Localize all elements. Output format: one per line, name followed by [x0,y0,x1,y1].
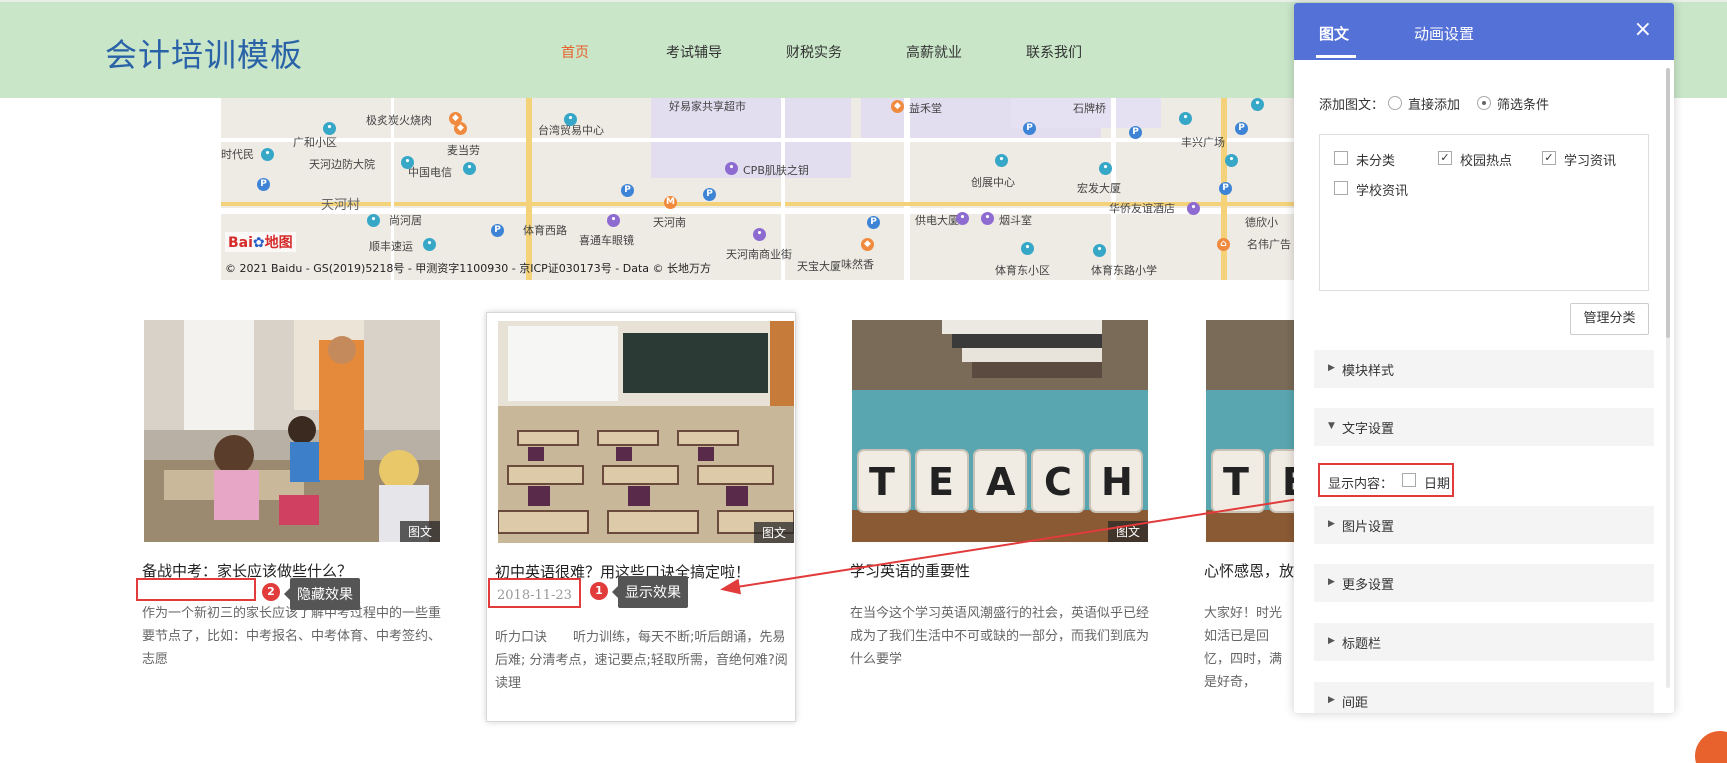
show-date-label[interactable]: 日期 [1424,473,1450,492]
panel-header: 图文 动画设置 × [1294,3,1674,60]
radio-filter-condition[interactable] [1477,96,1491,110]
display-content-label: 显示内容： [1328,477,1394,492]
radio-direct-add[interactable] [1388,96,1402,110]
radio-direct-add-label[interactable]: 直接添加 [1408,94,1460,113]
section-spacing[interactable]: ▶ 间距 [1314,682,1654,713]
checkbox-campus-hot[interactable]: ✓ [1438,151,1452,165]
settings-panel: 图文 动画设置 × 添加图文： 直接添加 筛选条件 未分类 ✓ 校园热点 ✓ 学… [1294,3,1674,713]
checkbox-study-news[interactable]: ✓ [1542,151,1556,165]
section-title-bar[interactable]: ▶ 标题栏 [1314,623,1654,661]
active-tab-indicator [1316,55,1356,58]
checkbox-uncategorized[interactable] [1334,151,1348,165]
caret-right-icon: ▶ [1328,636,1335,646]
close-icon[interactable]: × [1634,19,1652,41]
tab-image-text[interactable]: 图文 [1319,23,1349,44]
display-content-row: 显示内容： 日期 [1318,463,1454,497]
section-more-settings[interactable]: ▶ 更多设置 [1314,564,1654,602]
caret-down-icon: ▼ [1328,421,1335,431]
caret-right-icon: ▶ [1328,577,1335,587]
radio-filter-condition-label[interactable]: 筛选条件 [1497,94,1549,113]
checkbox-school-news[interactable] [1334,181,1348,195]
category-label[interactable]: 学习资讯 [1564,150,1616,169]
category-label[interactable]: 未分类 [1356,150,1395,169]
category-filter-box: 未分类 ✓ 校园热点 ✓ 学习资讯 学校资讯 [1319,134,1649,291]
section-image-settings[interactable]: ▶ 图片设置 [1314,506,1654,544]
tab-animation-settings[interactable]: 动画设置 [1414,23,1474,44]
scrollbar-thumb[interactable] [1666,68,1670,338]
caret-right-icon: ▶ [1328,519,1335,529]
caret-right-icon: ▶ [1328,363,1335,373]
section-text-settings[interactable]: ▼ 文字设置 [1314,408,1654,446]
category-label[interactable]: 校园热点 [1460,150,1512,169]
add-content-label: 添加图文： [1319,98,1385,113]
category-label[interactable]: 学校资讯 [1356,180,1408,199]
panel-body: 添加图文： 直接添加 筛选条件 未分类 ✓ 校园热点 ✓ 学习资讯 学校资讯 管… [1294,60,1674,713]
checkbox-show-date[interactable] [1402,473,1416,487]
section-module-style[interactable]: ▶ 模块样式 [1314,350,1654,388]
manage-categories-button[interactable]: 管理分类 [1570,303,1649,335]
caret-right-icon: ▶ [1328,695,1335,705]
